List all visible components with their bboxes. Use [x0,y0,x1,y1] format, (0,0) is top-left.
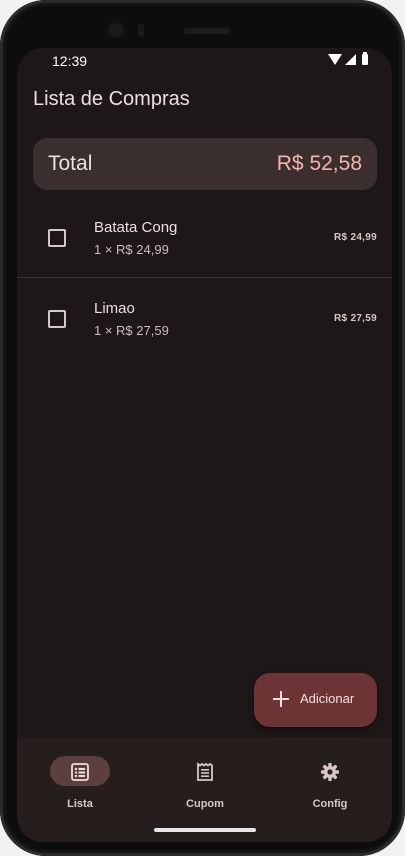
status-time: 12:39 [52,53,88,69]
wifi-icon [328,54,342,65]
nav-label-cupom: Cupom [186,798,224,810]
status-bar: 12:39 [17,48,392,76]
nav-item-lista[interactable]: Lista [25,754,135,814]
signal-icon [345,54,356,65]
list-icon [71,763,89,781]
list-item[interactable]: Limao 1 × R$ 27,59 R$ 27,59 [17,279,392,359]
add-item-button[interactable]: Adicionar [254,673,377,727]
app-screen: 12:39 Lista de Compras Total R$ 52,58 Ba… [17,48,392,842]
item-detail: 1 × R$ 27,59 [94,323,169,338]
battery-icon [362,52,368,65]
status-icons [328,52,368,65]
nav-label-config: Config [312,798,348,810]
page-title: Lista de Compras [33,88,190,110]
nav-item-cupom[interactable]: Cupom [150,754,260,814]
list-item[interactable]: Batata Cong 1 × R$ 24,99 R$ 24,99 [17,198,392,278]
item-price: R$ 27,59 [334,313,377,324]
plus-icon [273,691,289,707]
nav-label-lista: Lista [67,798,93,810]
total-label: Total [48,152,93,175]
item-name: Limao [94,300,135,317]
total-value: R$ 52,58 [276,152,362,175]
receipt-icon [197,762,213,781]
add-item-label: Adicionar [300,691,355,706]
item-checkbox[interactable] [48,310,66,328]
nav-item-config[interactable]: Config [275,754,385,814]
item-detail: 1 × R$ 24,99 [94,242,169,257]
item-price: R$ 24,99 [334,232,377,243]
item-checkbox[interactable] [48,229,66,247]
proximity-sensor [138,23,144,37]
front-camera [106,20,126,40]
phone-frame: 12:39 Lista de Compras Total R$ 52,58 Ba… [0,0,405,856]
list-divider [17,277,392,278]
item-name: Batata Cong [94,219,178,236]
bottom-navigation: Lista Cupom Config [17,738,392,842]
earpiece-speaker [184,28,230,34]
total-card: Total R$ 52,58 [33,138,377,190]
home-indicator[interactable] [154,828,256,832]
gear-icon [321,763,339,781]
